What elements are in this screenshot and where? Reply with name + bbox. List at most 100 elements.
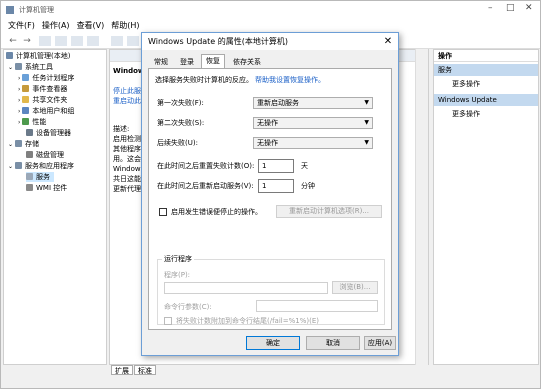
subsequent-failure-select[interactable]: 无操作 ▼ xyxy=(253,137,373,149)
minimize-button[interactable]: – xyxy=(488,3,493,13)
recovery-pane: 选择服务失败时计算机的反应。 帮助我设置恢复操作。 第一次失败(F): 重新启动… xyxy=(148,68,392,330)
actions-header: 操作 xyxy=(434,50,538,62)
menu-bar: 文件(F) 操作(A) 查看(V) 帮助(H) xyxy=(1,19,540,32)
desc-line: 更新代理 xyxy=(113,185,141,193)
tree-item-local-users[interactable]: › 本地用户和组 xyxy=(18,106,74,116)
expand-icon[interactable]: › xyxy=(18,108,20,115)
console-tree: 计算机管理(本地) ⌄ 系统工具 › 任务计划程序 › 事件查看器 › 共享文件夹 › 本… xyxy=(3,49,107,365)
ok-button[interactable]: 确定 xyxy=(246,336,300,350)
expand-icon[interactable]: › xyxy=(18,86,20,93)
cancel-button[interactable]: 取消 xyxy=(306,336,360,350)
folder-icon xyxy=(22,96,30,103)
reset-count-input[interactable]: 1 xyxy=(258,159,294,173)
chevron-down-icon: ▼ xyxy=(364,119,369,126)
tab-extended[interactable]: 扩展 xyxy=(111,365,133,375)
expand-icon[interactable]: › xyxy=(18,97,20,104)
expand-icon[interactable]: › xyxy=(18,75,20,82)
storage-icon xyxy=(15,140,23,147)
help-recovery-link[interactable]: 帮助我设置恢复操作。 xyxy=(255,75,325,85)
restart-after-label: 在此时间之后重新启动服务(V): xyxy=(157,182,254,190)
intro-text: 选择服务失败时计算机的反应。 xyxy=(155,76,253,84)
gear-icon xyxy=(26,173,33,180)
services-apps-icon xyxy=(15,162,23,169)
maximize-button[interactable]: □ xyxy=(506,3,515,13)
restart-after-unit: 分钟 xyxy=(301,182,315,190)
cmd-params-input[interactable] xyxy=(256,300,378,312)
restart-after-input[interactable]: 1 xyxy=(258,179,294,193)
tree-item-wmi[interactable]: WMI 控件 xyxy=(26,183,67,193)
tree-item-disk-management[interactable]: 磁盘管理 xyxy=(26,150,64,160)
tree-item-performance[interactable]: › 性能 xyxy=(18,117,46,127)
close-button[interactable]: ✕ xyxy=(525,3,533,13)
collapse-icon[interactable]: ⌄ xyxy=(8,64,13,71)
start-service-icon[interactable] xyxy=(127,36,139,46)
tree-root[interactable]: 计算机管理(本地) xyxy=(6,51,70,61)
console-tree-icon[interactable] xyxy=(39,36,51,46)
export-icon[interactable] xyxy=(111,36,123,46)
restart-computer-options-button[interactable]: 重新启动计算机选项(R)... xyxy=(276,205,382,218)
menu-action[interactable]: 操作(A) xyxy=(42,19,70,32)
reset-count-unit: 天 xyxy=(301,162,308,170)
program-input[interactable] xyxy=(164,282,328,294)
expand-icon[interactable]: › xyxy=(18,119,20,126)
second-failure-label: 第二次失败(S): xyxy=(157,119,205,127)
wmi-icon xyxy=(26,184,33,191)
app-icon xyxy=(6,6,14,14)
performance-icon xyxy=(22,118,30,125)
actions-section-services[interactable]: 服务 xyxy=(434,64,538,76)
collapse-icon[interactable]: ⌄ xyxy=(8,163,13,170)
clock-icon xyxy=(22,74,30,81)
apply-button[interactable]: 应用(A) xyxy=(364,336,396,350)
help-icon[interactable] xyxy=(71,36,83,46)
vertical-scrollbar[interactable] xyxy=(415,49,428,365)
tab-standard[interactable]: 标准 xyxy=(134,365,156,375)
event-viewer-icon xyxy=(22,85,30,92)
menu-view[interactable]: 查看(V) xyxy=(77,19,105,32)
first-failure-select[interactable]: 重新启动服务 ▼ xyxy=(253,97,373,109)
back-arrow-icon[interactable]: ← xyxy=(7,36,19,46)
run-program-group: 运行程序 程序(P): 浏览(B)... 命令行参数(C): 将失败计数附加到命… xyxy=(157,254,385,325)
tree-item-services[interactable]: 服务 xyxy=(26,172,54,182)
enable-actions-checkbox[interactable] xyxy=(159,208,167,216)
menu-file[interactable]: 文件(F) xyxy=(8,19,35,32)
subsequent-failure-label: 后续失败(U): xyxy=(157,139,198,147)
tab-logon[interactable]: 登录 xyxy=(175,55,199,68)
tab-dependencies[interactable]: 依存关系 xyxy=(228,55,266,68)
second-failure-select[interactable]: 无操作 ▼ xyxy=(253,117,373,129)
title-bar: 计算机管理 – □ ✕ xyxy=(1,1,540,19)
properties-icon[interactable] xyxy=(55,36,67,46)
collapse-icon[interactable]: ⌄ xyxy=(8,141,13,148)
tab-general[interactable]: 常规 xyxy=(149,55,173,68)
window-title: 计算机管理 xyxy=(19,6,54,14)
more-actions-link[interactable]: 更多操作 xyxy=(452,79,480,89)
actions-section-windows-update[interactable]: Windows Update xyxy=(434,94,538,106)
tree-item-task-scheduler[interactable]: › 任务计划程序 xyxy=(18,73,74,83)
chevron-down-icon: ▼ xyxy=(364,99,369,106)
restart-service-link[interactable]: 重启动此 xyxy=(113,96,141,107)
reset-count-label: 在此时间之后重置失败计数(O): xyxy=(157,162,255,170)
tree-item-system-tools[interactable]: ⌄ 系统工具 xyxy=(8,62,53,72)
computer-management-window: 计算机管理 – □ ✕ 文件(F) 操作(A) 查看(V) 帮助(H) ← → 计算机… xyxy=(0,0,541,389)
tree-item-event-viewer[interactable]: › 事件查看器 xyxy=(18,84,67,94)
chevron-down-icon: ▼ xyxy=(364,139,369,146)
device-manager-icon xyxy=(26,129,33,136)
actions-pane: 操作 服务 更多操作 Windows Update 更多操作 xyxy=(433,49,539,365)
tab-recovery[interactable]: 恢复 xyxy=(201,54,225,69)
menu-help[interactable]: 帮助(H) xyxy=(111,19,139,32)
view-icon[interactable] xyxy=(87,36,99,46)
tree-item-device-manager[interactable]: 设备管理器 xyxy=(26,128,71,138)
properties-dialog: Windows Update 的属性(本地计算机) ✕ 常规 登录 恢复 依存关… xyxy=(141,32,399,356)
dialog-title: Windows Update 的属性(本地计算机) xyxy=(142,33,398,50)
tree-item-shared-folders[interactable]: › 共享文件夹 xyxy=(18,95,67,105)
tools-icon xyxy=(15,63,23,70)
enable-actions-label: 启用发生错误便停止的操作。 xyxy=(171,208,262,216)
run-program-title: 运行程序 xyxy=(162,254,194,264)
append-fail-count-checkbox[interactable] xyxy=(164,317,172,325)
computer-icon xyxy=(6,52,13,59)
more-actions-link[interactable]: 更多操作 xyxy=(452,109,480,119)
forward-arrow-icon[interactable]: → xyxy=(21,36,33,46)
tree-item-services-apps[interactable]: ⌄ 服务和应用程序 xyxy=(8,161,74,171)
tree-item-storage[interactable]: ⌄ 存储 xyxy=(8,139,39,149)
dialog-close-icon[interactable]: ✕ xyxy=(382,33,394,50)
browse-button[interactable]: 浏览(B)... xyxy=(332,281,378,294)
